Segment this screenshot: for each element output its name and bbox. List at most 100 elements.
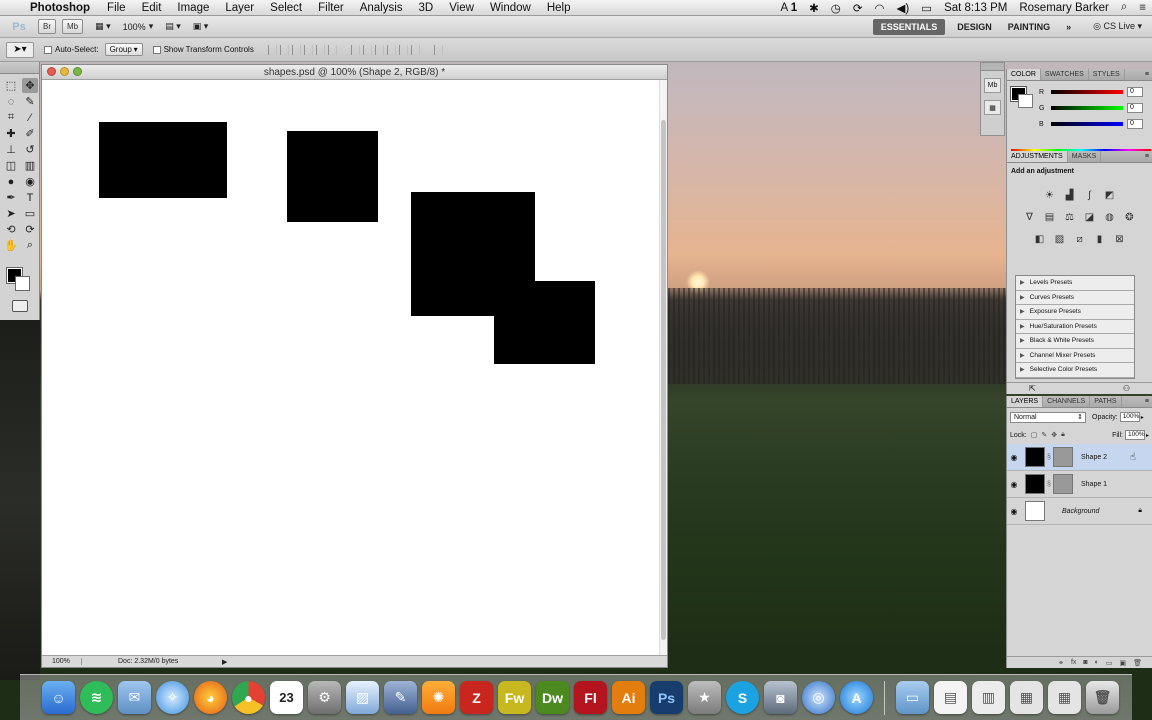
panel-menu-icon[interactable]: ≡ <box>1145 396 1152 407</box>
auto-select-checkbox[interactable]: Auto-Select: <box>44 45 99 54</box>
tab-channels[interactable]: CHANNELS <box>1043 396 1091 407</box>
lock-transparent-icon[interactable]: ▢ <box>1031 431 1038 439</box>
align-left-icon[interactable] <box>303 44 313 55</box>
background-color-swatch[interactable] <box>15 276 30 291</box>
dock-header[interactable] <box>981 63 1004 71</box>
facetime-icon[interactable]: ◙ <box>764 681 797 714</box>
menu-select[interactable]: Select <box>262 2 310 14</box>
history-brush-tool-icon[interactable]: ↺ <box>22 142 38 157</box>
pen-tool-icon[interactable]: ✒ <box>3 190 19 205</box>
distribute-right-icon[interactable] <box>410 44 420 55</box>
menu-window[interactable]: Window <box>482 2 539 14</box>
red-slider[interactable]: R 0 <box>1039 87 1151 97</box>
new-layer-icon[interactable]: ▣ <box>1119 659 1126 667</box>
preset-hue-saturation[interactable]: ▶ Hue/Saturation Presets <box>1016 319 1134 334</box>
zoom-tool-icon[interactable]: ⌕ <box>22 238 38 253</box>
list-icon[interactable]: ≡ <box>1133 2 1152 14</box>
battery-icon[interactable]: ▭ <box>915 1 938 15</box>
chrome-icon[interactable]: ● <box>232 681 265 714</box>
arrange-documents-menu[interactable]: ▤ ▾ <box>165 21 181 32</box>
layer-style-icon[interactable]: fx <box>1071 659 1076 666</box>
photo-filter-icon[interactable]: ◍ <box>1103 210 1117 224</box>
status-zoom[interactable]: 100% <box>42 658 82 665</box>
scripting-icon[interactable]: ✎ <box>384 681 417 714</box>
tab-masks[interactable]: MASKS <box>1068 151 1102 162</box>
color-panel-background[interactable] <box>1018 94 1033 108</box>
menu-help[interactable]: Help <box>539 2 579 14</box>
gradient-tool-icon[interactable]: ▥ <box>22 158 38 173</box>
shape-2-square[interactable] <box>494 281 595 364</box>
align-top-icon[interactable] <box>267 44 277 55</box>
rectangle-tool-icon[interactable]: ▭ <box>22 206 38 221</box>
screen-mode-menu[interactable]: ▣ ▾ <box>193 21 209 32</box>
tab-adjustments[interactable]: ADJUSTMENTS <box>1007 151 1068 162</box>
black-square-shape[interactable] <box>287 131 378 222</box>
green-slider[interactable]: G 0 <box>1039 103 1151 113</box>
distribute-top-icon[interactable] <box>350 44 360 55</box>
red-gradient[interactable] <box>1051 90 1123 94</box>
black-rectangle-shape[interactable] <box>99 122 227 198</box>
preset-exposure[interactable]: ▶ Exposure Presets <box>1016 305 1134 320</box>
panel-menu-icon[interactable]: ≡ <box>1145 151 1152 162</box>
layer-thumbnail[interactable] <box>1025 447 1045 467</box>
menu-image[interactable]: Image <box>169 2 217 14</box>
zoom-window-button[interactable] <box>73 67 82 76</box>
menu-edit[interactable]: Edit <box>134 2 170 14</box>
vector-mask-thumbnail[interactable] <box>1053 447 1073 467</box>
trash-icon[interactable]: 🗑︎ <box>1086 681 1119 714</box>
blend-mode-select[interactable]: Normal ⇕ <box>1010 411 1086 423</box>
link-chain-icon[interactable]: § <box>1045 481 1053 488</box>
bluetooth-icon[interactable]: ✱ <box>803 1 825 15</box>
flash-icon[interactable]: Fl <box>574 681 607 714</box>
distribute-vcenter-icon[interactable] <box>362 44 372 55</box>
menu-filter[interactable]: Filter <box>310 2 352 14</box>
curves-icon[interactable]: ∫ <box>1083 188 1097 202</box>
stack-icon[interactable]: ▦ <box>1048 681 1081 714</box>
align-right-icon[interactable] <box>327 44 337 55</box>
preset-channel-mixer[interactable]: ▶ Channel Mixer Presets <box>1016 348 1134 363</box>
workspace-painting[interactable]: PAINTING <box>1000 22 1058 32</box>
workspace-more[interactable]: » <box>1058 22 1079 32</box>
menu-file[interactable]: File <box>99 2 134 14</box>
safari-icon[interactable]: ✧ <box>156 681 189 714</box>
move-tool-icon[interactable]: ✥ <box>22 78 38 93</box>
scrollbar-thumb[interactable] <box>661 120 666 640</box>
close-window-button[interactable] <box>47 67 56 76</box>
airport-utility-icon[interactable]: ◎ <box>802 681 835 714</box>
wifi-icon[interactable]: ◠ <box>868 1 890 15</box>
threshold-icon[interactable]: ⧄ <box>1073 232 1087 246</box>
spotify-icon[interactable]: ≋ <box>80 681 113 714</box>
workspace-essentials[interactable]: ESSENTIALS <box>872 18 946 35</box>
channel-mixer-icon[interactable]: ❂ <box>1123 210 1137 224</box>
app-store-icon[interactable]: A <box>840 681 873 714</box>
blue-value[interactable]: 0 <box>1127 119 1143 129</box>
adobe-updates-icon[interactable]: A 1 <box>774 2 803 14</box>
preset-curves[interactable]: ▶ Curves Presets <box>1016 290 1134 305</box>
show-transform-controls-checkbox[interactable]: Show Transform Controls <box>152 45 254 54</box>
layer-row-background[interactable]: ◉ Background 🔒︎ <box>1007 498 1152 525</box>
gradient-map-icon[interactable]: ▮ <box>1093 232 1107 246</box>
spotlight-search-icon[interactable]: ⌕ <box>1115 1 1133 14</box>
documents-stack-icon[interactable]: ▤ <box>934 681 967 714</box>
dreamweaver-icon[interactable]: Dw <box>536 681 569 714</box>
blur-tool-icon[interactable]: ● <box>3 174 19 189</box>
brush-tool-icon[interactable]: ✐ <box>22 126 38 141</box>
distribute-hcenter-icon[interactable] <box>398 44 408 55</box>
sketchbook-icon[interactable]: ✺ <box>422 681 455 714</box>
menu-view[interactable]: View <box>441 2 482 14</box>
layer-thumbnail[interactable] <box>1025 474 1045 494</box>
posterize-icon[interactable]: ▨ <box>1053 232 1067 246</box>
brightness-contrast-icon[interactable]: ☀ <box>1043 188 1057 202</box>
healing-brush-tool-icon[interactable]: ✚ <box>3 126 19 141</box>
red-value[interactable]: 0 <box>1127 87 1143 97</box>
layer-name[interactable]: Shape 2 <box>1081 454 1107 461</box>
tab-styles[interactable]: STYLES <box>1089 69 1125 80</box>
app-menu[interactable]: Photoshop <box>22 2 99 14</box>
vibrance-icon[interactable]: ∇ <box>1023 210 1037 224</box>
move-tool-preset-picker[interactable]: ➤▾ <box>6 41 34 58</box>
layer-row-shape-2[interactable]: ◉ § Shape 2 ☝ <box>1007 444 1152 471</box>
tab-color[interactable]: COLOR <box>1007 69 1041 80</box>
tab-swatches[interactable]: SWATCHES <box>1041 69 1089 80</box>
black-white-icon[interactable]: ◪ <box>1083 210 1097 224</box>
menu-layer[interactable]: Layer <box>217 2 262 14</box>
